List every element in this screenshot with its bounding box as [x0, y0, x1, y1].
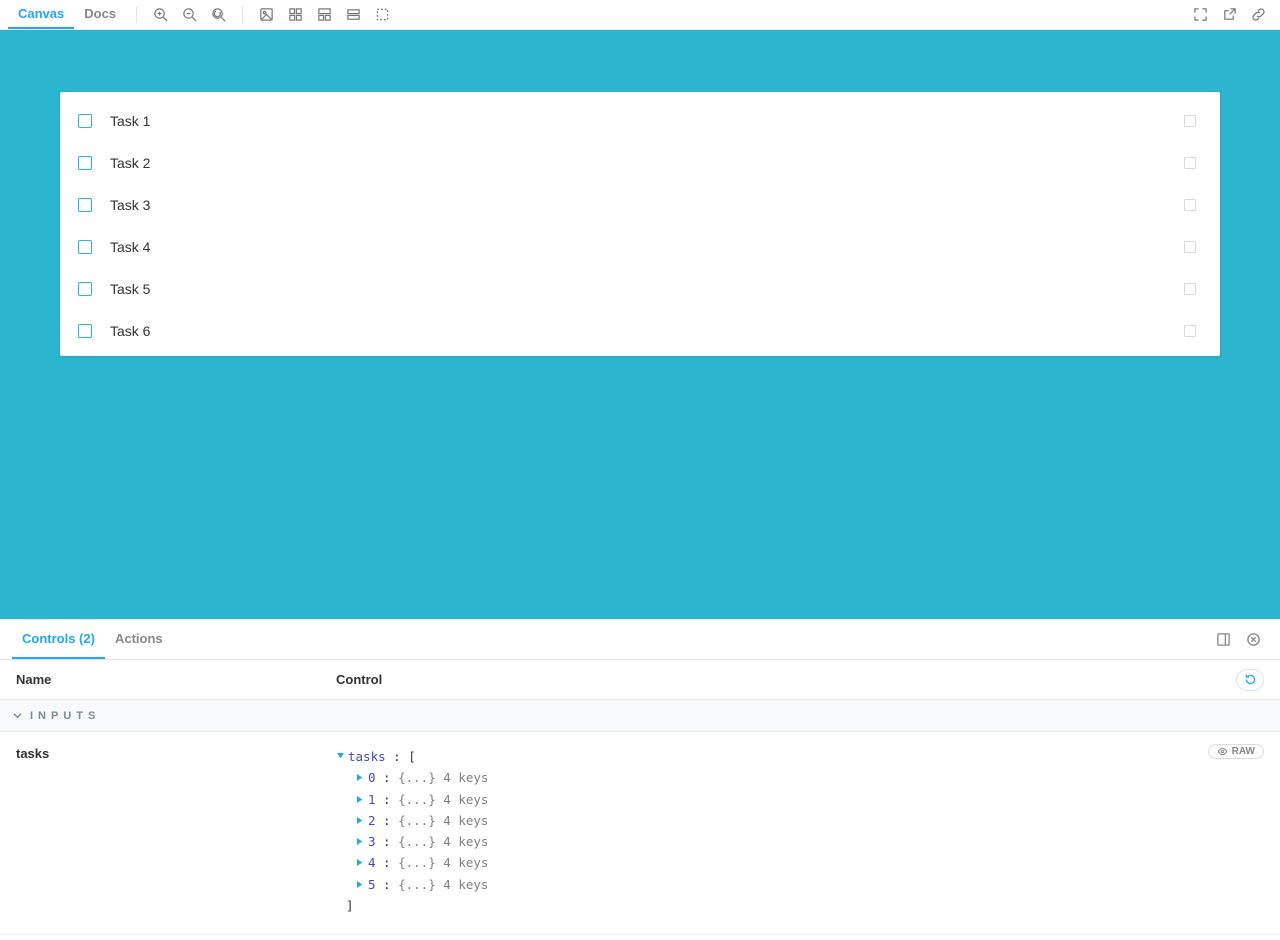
task-action-icon[interactable] — [1184, 199, 1196, 211]
checkbox-icon[interactable] — [78, 156, 92, 170]
zoom-reset-icon[interactable] — [211, 7, 226, 22]
chevron-down-icon — [12, 711, 22, 721]
task-action-icon[interactable] — [1184, 115, 1196, 127]
fullscreen-icon[interactable] — [1193, 7, 1208, 22]
canvas-area: Task 1 Task 2 Task 3 Task 4 Task 5 Task … — [0, 30, 1280, 619]
panel-tab-actions[interactable]: Actions — [105, 620, 173, 659]
task-row[interactable]: Task 4 — [60, 226, 1220, 268]
crop-dashed-icon[interactable] — [375, 7, 390, 22]
link-icon[interactable] — [1251, 7, 1266, 22]
tree-collapsed-icon[interactable] — [356, 816, 364, 824]
tree-expanded-icon[interactable] — [336, 753, 344, 761]
task-title: Task 2 — [110, 155, 1184, 171]
tree-collapsed-icon[interactable] — [356, 880, 364, 888]
task-title: Task 1 — [110, 113, 1184, 129]
section-inputs[interactable]: INPUTS — [0, 700, 1280, 732]
checkbox-icon[interactable] — [78, 282, 92, 296]
task-title: Task 4 — [110, 239, 1184, 255]
checkbox-icon[interactable] — [78, 324, 92, 338]
top-toolbar: Canvas Docs — [0, 0, 1280, 30]
task-row[interactable]: Task 1 — [60, 100, 1220, 142]
control-row-tasks: tasks tasks : [ 0 : {...} 4 keys 1 : {..… — [0, 732, 1280, 935]
checkbox-icon[interactable] — [78, 240, 92, 254]
task-action-icon[interactable] — [1184, 157, 1196, 169]
tab-docs[interactable]: Docs — [74, 0, 126, 29]
toolbar-divider-2 — [242, 6, 243, 23]
zoom-out-icon[interactable] — [182, 7, 197, 22]
raw-toggle-button[interactable]: RAW — [1208, 744, 1264, 759]
section-inputs-label: INPUTS — [30, 710, 100, 722]
panel-tab-controls[interactable]: Controls (2) — [12, 620, 105, 659]
panel-orientation-icon[interactable] — [1208, 620, 1238, 659]
task-list-card: Task 1 Task 2 Task 3 Task 4 Task 5 Task … — [60, 92, 1220, 356]
panel-tabs: Controls (2) Actions — [0, 620, 1280, 660]
task-title: Task 6 — [110, 323, 1184, 339]
col-name: Name — [16, 672, 336, 687]
control-name: tasks — [16, 746, 336, 761]
task-row[interactable]: Task 5 — [60, 268, 1220, 310]
zoom-in-icon[interactable] — [153, 7, 168, 22]
image-icon[interactable] — [259, 7, 274, 22]
task-row[interactable]: Task 2 — [60, 142, 1220, 184]
json-tree[interactable]: tasks : [ 0 : {...} 4 keys 1 : {...} 4 k… — [336, 746, 1208, 916]
tree-key: tasks — [348, 746, 386, 767]
task-row[interactable]: Task 6 — [60, 310, 1220, 352]
task-action-icon[interactable] — [1184, 241, 1196, 253]
controls-reset-button[interactable] — [1236, 669, 1264, 691]
task-action-icon[interactable] — [1184, 325, 1196, 337]
addons-panel: Controls (2) Actions Name Control INPUTS… — [0, 619, 1280, 940]
tree-collapsed-icon[interactable] — [356, 838, 364, 846]
task-title: Task 3 — [110, 197, 1184, 213]
tab-canvas[interactable]: Canvas — [8, 0, 74, 29]
task-action-icon[interactable] — [1184, 283, 1196, 295]
toolbar-divider — [136, 6, 137, 23]
tree-collapsed-icon[interactable] — [356, 795, 364, 803]
checkbox-icon[interactable] — [78, 114, 92, 128]
grid-icon[interactable] — [288, 7, 303, 22]
controls-header: Name Control — [0, 660, 1280, 700]
rows-icon[interactable] — [346, 7, 361, 22]
col-control: Control — [336, 672, 1236, 687]
open-external-icon[interactable] — [1222, 7, 1237, 22]
checkbox-icon[interactable] — [78, 198, 92, 212]
task-row[interactable]: Task 3 — [60, 184, 1220, 226]
tree-collapsed-icon[interactable] — [356, 859, 364, 867]
task-title: Task 5 — [110, 281, 1184, 297]
panel-close-icon[interactable] — [1238, 620, 1268, 659]
layout-stack-icon[interactable] — [317, 7, 332, 22]
tree-collapsed-icon[interactable] — [356, 774, 364, 782]
